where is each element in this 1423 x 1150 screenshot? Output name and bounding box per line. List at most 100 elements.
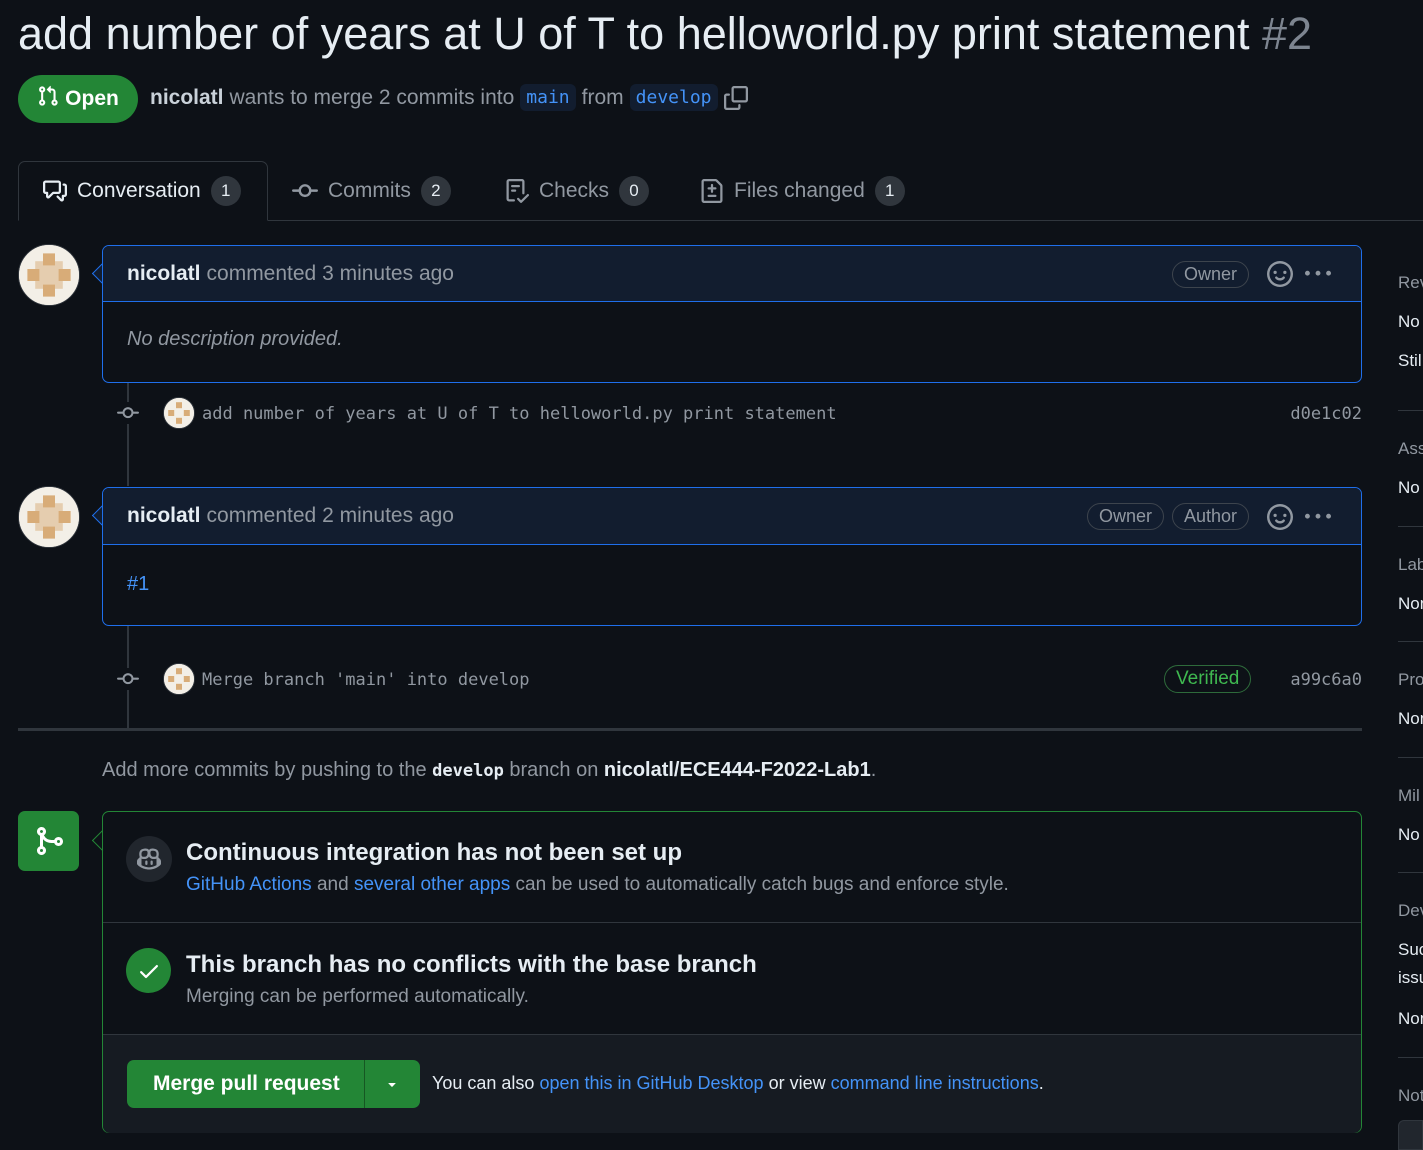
sidebar-notifications-heading: Not xyxy=(1398,1086,1423,1105)
tab-label: Checks xyxy=(539,179,610,202)
owner-label: Owner xyxy=(1086,503,1164,530)
pr-state-badge: Open xyxy=(18,75,138,123)
comment-card: nicolatl commented 3 minutes ago Owner N… xyxy=(102,245,1362,383)
sidebar-divider xyxy=(1398,1057,1423,1058)
sidebar-divider xyxy=(1398,526,1423,527)
smiley-icon[interactable] xyxy=(1267,503,1293,530)
ci-rest: can be used to automatically catch bugs … xyxy=(515,874,1009,895)
sidebar-development-text-2: issu xyxy=(1398,968,1423,987)
issue-reference-link[interactable]: #1 xyxy=(127,573,149,595)
comment-body: No description provided. xyxy=(127,328,343,350)
sidebar-reviewers-note: Stil xyxy=(1398,351,1422,370)
comment-header-actions: Owner Author xyxy=(1086,488,1331,545)
avatar[interactable] xyxy=(163,663,195,695)
git-merge-icon xyxy=(18,811,79,871)
pr-number: #2 xyxy=(1262,8,1313,59)
sidebar-projects-heading[interactable]: Pro xyxy=(1398,670,1423,690)
merge-hint-suffix: . xyxy=(1038,1073,1044,1093)
base-branch[interactable]: main xyxy=(520,84,576,111)
smiley-icon[interactable] xyxy=(1267,261,1293,287)
github-actions-link[interactable]: GitHub Actions xyxy=(186,874,312,895)
tab-label: Conversation xyxy=(77,179,201,202)
subscribe-button[interactable] xyxy=(1398,1120,1423,1150)
comment-author[interactable]: nicolatl xyxy=(127,504,201,528)
head-branch[interactable]: develop xyxy=(629,84,718,111)
triangle-down-icon xyxy=(384,1076,400,1092)
sidebar-reviewers-heading[interactable]: Rev xyxy=(1398,273,1423,293)
tab-label: Files changed xyxy=(734,179,865,202)
comment-discussion-icon xyxy=(43,179,67,203)
sidebar-labels-heading[interactable]: Lab xyxy=(1398,555,1423,575)
author-label: Author xyxy=(1171,503,1249,530)
sidebar-assignees-value: No xyxy=(1398,478,1420,497)
copy-icon[interactable] xyxy=(723,85,748,110)
git-commit-icon xyxy=(292,178,318,204)
merge-hint: You can also open this in GitHub Desktop… xyxy=(432,1073,1044,1094)
from-text: from xyxy=(581,85,624,109)
check-circle-icon xyxy=(126,948,171,993)
avatar[interactable] xyxy=(163,397,195,429)
comment-header: nicolatl commented 2 minutes ago Owner A… xyxy=(103,488,1361,545)
sidebar-development-text: Suc xyxy=(1398,940,1423,959)
sidebar-divider xyxy=(1398,872,1423,873)
pr-meta: nicolatl wants to merge 2 commits into m… xyxy=(150,84,748,111)
ci-description: GitHub Actions and several other apps ca… xyxy=(186,874,1009,896)
comment-header: nicolatl commented 3 minutes ago Owner xyxy=(103,246,1361,302)
push-hint-middle: branch on xyxy=(509,759,599,781)
tab-conversation[interactable]: Conversation 1 xyxy=(18,161,268,221)
comment-timestamp[interactable]: commented 3 minutes ago xyxy=(207,262,454,286)
sidebar-divider xyxy=(1398,410,1423,411)
sidebar-reviewers-value: No xyxy=(1398,312,1420,331)
open-desktop-link[interactable]: open this in GitHub Desktop xyxy=(539,1073,763,1093)
merge-text: wants to merge 2 commits into xyxy=(229,85,515,109)
other-apps-link[interactable]: several other apps xyxy=(354,874,510,895)
avatar[interactable] xyxy=(18,486,80,548)
copilot-icon xyxy=(126,836,172,882)
pr-title-text: add number of years at U of T to hellowo… xyxy=(18,8,1250,59)
tab-checks[interactable]: Checks 0 xyxy=(505,161,650,221)
file-diff-icon xyxy=(700,179,724,203)
kebab-horizontal-icon[interactable] xyxy=(1305,504,1331,530)
command-line-link[interactable]: command line instructions xyxy=(831,1073,1039,1093)
kebab-horizontal-icon[interactable] xyxy=(1305,261,1331,287)
push-hint-suffix: . xyxy=(870,759,877,781)
pr-state-label: Open xyxy=(65,87,119,110)
pr-author-link[interactable]: nicolatl xyxy=(150,86,224,110)
sidebar-assignees-heading[interactable]: Ass xyxy=(1398,439,1423,459)
commit-message[interactable]: add number of years at U of T to hellowo… xyxy=(202,404,837,424)
comment-card: nicolatl commented 2 minutes ago Owner A… xyxy=(102,487,1362,626)
push-hint: Add more commits by pushing to the devel… xyxy=(102,759,876,782)
tab-label: Commits xyxy=(328,179,411,202)
conflicts-subtitle: Merging can be performed automatically. xyxy=(186,986,529,1007)
merge-pull-request-button[interactable]: Merge pull request xyxy=(127,1060,365,1108)
commit-message[interactable]: Merge branch 'main' into develop xyxy=(202,670,530,690)
git-pull-request-icon xyxy=(37,85,59,113)
tab-commits[interactable]: Commits 2 xyxy=(292,161,451,221)
comment-header-actions: Owner xyxy=(1171,246,1331,302)
comment-author[interactable]: nicolatl xyxy=(127,262,201,286)
merge-hint-middle: or view xyxy=(768,1073,826,1093)
comment-timestamp[interactable]: commented 2 minutes ago xyxy=(207,504,454,528)
tab-counter: 1 xyxy=(210,176,241,206)
ci-and: and xyxy=(316,874,349,895)
avatar[interactable] xyxy=(18,244,80,306)
commit-sha[interactable]: d0e1c02 xyxy=(1290,404,1362,424)
verified-badge[interactable]: Verified xyxy=(1164,665,1252,693)
owner-label: Owner xyxy=(1171,260,1249,288)
git-commit-icon xyxy=(117,668,139,690)
repo-link[interactable]: nicolatl/ECE444-F2022-Lab1 xyxy=(604,759,871,781)
push-hint-prefix: Add more commits by pushing to the xyxy=(102,759,427,781)
merge-options-dropdown[interactable] xyxy=(365,1060,420,1108)
sidebar-projects-value: Non xyxy=(1398,709,1423,728)
sidebar-development-heading[interactable]: Dev xyxy=(1398,901,1423,921)
sidebar-divider xyxy=(1398,757,1423,758)
tab-files-changed[interactable]: Files changed 1 xyxy=(700,161,905,221)
checklist-icon xyxy=(505,179,529,203)
ci-title: Continuous integration has not been set … xyxy=(186,839,682,866)
merge-button-group: Merge pull request xyxy=(127,1060,420,1108)
sidebar-milestone-heading[interactable]: Mil xyxy=(1398,786,1420,806)
timeline-end-divider xyxy=(18,728,1362,731)
merge-hint-prefix: You can also xyxy=(432,1073,535,1093)
conflicts-title: This branch has no conflicts with the ba… xyxy=(186,951,757,978)
commit-sha[interactable]: a99c6a0 xyxy=(1290,670,1362,690)
